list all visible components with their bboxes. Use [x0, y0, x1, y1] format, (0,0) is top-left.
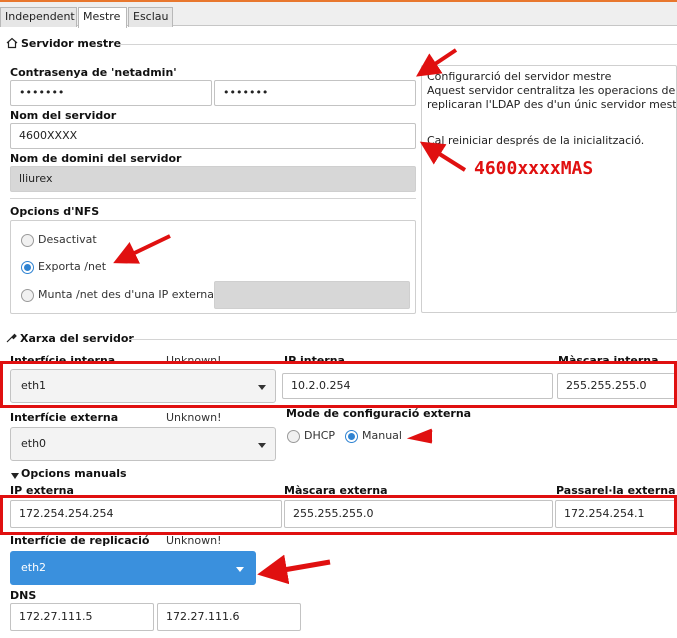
- annotation-arrows: [113, 48, 467, 585]
- tab-mestre[interactable]: Mestre: [78, 7, 127, 28]
- arrow-to-manual-mode: [406, 428, 433, 444]
- arrow-to-server-name: [419, 141, 467, 172]
- arrow-to-nfs-export: [113, 234, 171, 264]
- arrow-to-replication: [257, 554, 331, 585]
- arrow-to-password: [416, 48, 458, 77]
